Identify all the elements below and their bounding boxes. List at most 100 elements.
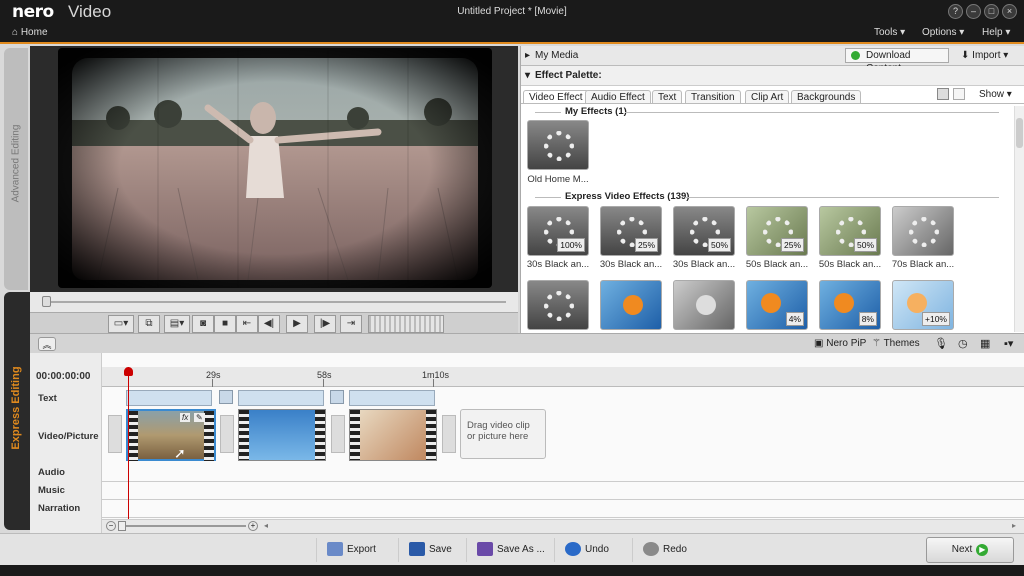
save-button[interactable]: Save (398, 538, 462, 562)
menu-help[interactable]: Help ▾ (982, 27, 1010, 38)
time-ruler[interactable]: 29s 58s 1m10s (102, 367, 1024, 387)
tab-video-effect[interactable]: Video Effect (523, 90, 589, 104)
redo-button[interactable]: Redo (632, 538, 697, 562)
themes-button[interactable]: ⚚ Themes (872, 338, 920, 349)
next-frame-icon[interactable]: |▶ (314, 315, 336, 333)
save-as-label: Save As ... (497, 544, 545, 555)
scrub-handle[interactable] (42, 296, 51, 307)
transition-slot[interactable] (219, 390, 233, 404)
film-icon[interactable]: ▦ (980, 337, 990, 350)
download-content-button[interactable]: Download Content (845, 48, 949, 74)
save-as-button[interactable]: Save As ... (466, 538, 555, 562)
menu-options[interactable]: Options ▾ (922, 27, 964, 38)
list-view-icon[interactable] (953, 88, 965, 100)
timer-icon[interactable]: ◷ (958, 337, 968, 350)
collapse-up-icon[interactable]: ︽ (38, 337, 56, 351)
export-button[interactable]: Export (316, 538, 386, 562)
maximize-button[interactable]: □ (984, 4, 999, 19)
effect-thumbnail[interactable] (600, 280, 662, 330)
menu-tools[interactable]: Tools ▾ (874, 27, 905, 38)
tab-audio-effect[interactable]: Audio Effect (585, 90, 651, 104)
stop-icon[interactable]: ■ (214, 315, 236, 333)
effect-thumbnail[interactable] (673, 280, 735, 330)
effect-palette-title: Effect Palette: (535, 70, 602, 81)
effect-thumbnail[interactable]: 25% (600, 206, 662, 256)
aspect-ratio-icon[interactable]: ▤▾ (164, 315, 190, 333)
tab-clip-art[interactable]: Clip Art (745, 90, 790, 104)
video-preview (58, 48, 492, 288)
cursor-icon: ➚ (174, 445, 186, 461)
help-window-button[interactable]: ? (948, 4, 963, 19)
pip-view-icon[interactable]: ⧉ (138, 315, 160, 333)
tab-text[interactable]: Text (652, 90, 683, 104)
undo-button[interactable]: Undo (554, 538, 619, 562)
video-clip[interactable]: fx ✎ ➚ (126, 409, 216, 461)
drop-zone[interactable]: Drag video clip or picture here (460, 409, 546, 459)
scroll-left-icon[interactable]: ◂ (264, 521, 268, 530)
palette-scrollbar[interactable] (1014, 106, 1024, 332)
next-button[interactable]: Next ▶ (926, 537, 1014, 563)
undo-label: Undo (585, 544, 609, 555)
track-divider (102, 499, 1024, 500)
effect-label: 50s Black an... (818, 259, 882, 270)
effect-thumbnail[interactable] (892, 206, 954, 256)
transition-gap[interactable] (442, 415, 456, 453)
home-link[interactable]: ⌂ Home (12, 27, 48, 38)
effect-thumbnail[interactable]: 100% (527, 206, 589, 256)
previous-frame-icon[interactable]: ◀| (258, 315, 280, 333)
effect-thumbnail[interactable]: 4% (746, 280, 808, 330)
transition-gap[interactable] (220, 415, 234, 453)
zoom-out-icon[interactable]: − (106, 521, 116, 531)
zoom-in-icon[interactable]: + (248, 521, 258, 531)
text-slot[interactable] (126, 390, 212, 406)
video-clip[interactable] (238, 409, 326, 461)
effect-thumbnail[interactable]: +10% (892, 280, 954, 330)
import-button[interactable]: ⬇ Import ▾ (961, 50, 1008, 61)
transition-gap[interactable] (331, 415, 345, 453)
nero-pip-button[interactable]: ▣ Nero PiP (814, 338, 866, 349)
scroll-thumb[interactable] (1016, 118, 1023, 148)
tab-backgrounds[interactable]: Backgrounds (791, 90, 862, 104)
track-label-video: Video/Picture (38, 431, 99, 442)
my-media-header[interactable]: ▸ My Media Download Content ⬇ Import ▾ (521, 46, 1024, 74)
settings-icon[interactable]: ▪▾ (1004, 337, 1013, 350)
close-button[interactable]: × (1002, 4, 1017, 19)
bottom-action-bar: Export Save Save As ... Undo Redo Next ▶ (0, 533, 1024, 565)
grid-view-icon[interactable] (937, 88, 949, 100)
go-to-end-icon[interactable]: ⇥ (340, 315, 362, 333)
effect-thumbnail[interactable]: 50% (819, 206, 881, 256)
jog-wheel[interactable] (368, 315, 444, 333)
text-slot[interactable] (238, 390, 324, 406)
transition-slot[interactable] (330, 390, 344, 404)
effect-label: 30s Black an... (672, 259, 736, 270)
go-to-start-icon[interactable]: ⇤ (236, 315, 258, 333)
collapse-icon[interactable]: ▾ (525, 70, 530, 81)
zoom-handle[interactable] (118, 521, 126, 531)
microphone-icon[interactable]: 🎙 (934, 337, 948, 350)
effect-thumbnail[interactable]: 8% (819, 280, 881, 330)
scroll-right-icon[interactable]: ▸ (1012, 521, 1016, 530)
show-dropdown[interactable]: Show ▾ (979, 89, 1012, 100)
minimize-button[interactable]: – (966, 4, 981, 19)
effect-label: 30s Black an... (599, 259, 663, 270)
clownfish-icon (623, 295, 643, 315)
transition-gap[interactable] (108, 415, 122, 453)
track-divider (102, 517, 1024, 518)
effect-thumbnail[interactable]: 50% (673, 206, 735, 256)
camera-icon[interactable]: ◙ (192, 315, 214, 333)
advanced-editing-tab[interactable]: Advanced Editing (4, 48, 28, 290)
text-slot[interactable] (349, 390, 435, 406)
expand-icon[interactable]: ▸ (525, 50, 530, 61)
effect-thumbnail[interactable]: 25% (746, 206, 808, 256)
scrub-track (46, 301, 506, 303)
effect-thumbnail[interactable] (527, 280, 589, 330)
preview-scrub-bar[interactable] (30, 292, 518, 312)
tab-transition[interactable]: Transition (685, 90, 741, 104)
home-icon: ⌂ (12, 27, 21, 38)
track-label-audio: Audio (38, 467, 65, 478)
video-clip[interactable] (349, 409, 437, 461)
display-mode-icon[interactable]: ▭▾ (108, 315, 134, 333)
effect-thumbnail[interactable] (527, 120, 589, 170)
play-icon[interactable]: ▶ (286, 315, 308, 333)
express-editing-tab[interactable]: Express Editing (4, 292, 30, 530)
